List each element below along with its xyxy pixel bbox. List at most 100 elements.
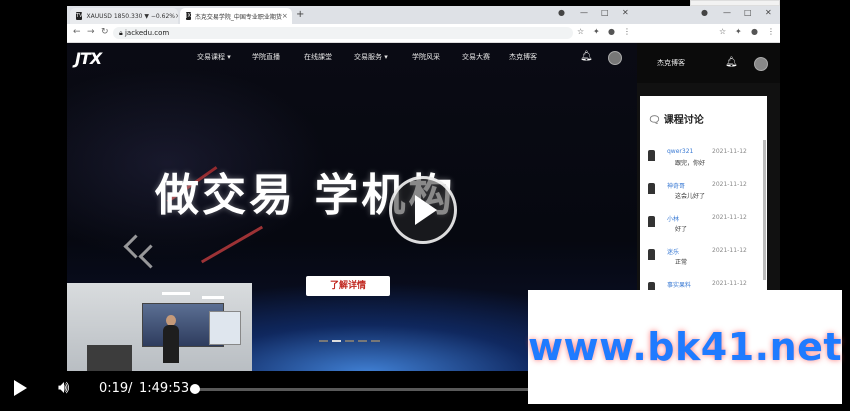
discussion-title: 🗨︎ 课程讨论 xyxy=(648,111,704,126)
tab-jackedu[interactable]: JX 杰克交易学院_中国专业职业期货 × xyxy=(180,8,292,24)
nav-trading-services[interactable]: 交易服务 ▾ xyxy=(354,52,388,62)
url-field[interactable]: 🔒︎ jackedu.com xyxy=(113,27,573,39)
address-bar: ☆ ✦ ● ⋮ xyxy=(637,24,780,43)
comment-user[interactable]: 小林 xyxy=(667,214,679,223)
star-icon[interactable]: ☆ xyxy=(719,27,726,36)
play-icon xyxy=(415,195,437,225)
comment-date: 2021-11-12 xyxy=(712,247,747,254)
close-tab-icon[interactable]: × xyxy=(175,12,178,20)
comment-text: 这会儿好了 xyxy=(675,193,706,200)
carousel-dot[interactable] xyxy=(371,340,380,342)
nav-trading-courses[interactable]: 交易课程 ▾ xyxy=(197,52,231,62)
minimize-icon[interactable]: — xyxy=(580,8,588,17)
tab-bar: TV XAUUSD 1850.330 ▼ −0.62% × JX 杰克交易学院_… xyxy=(67,6,637,24)
comment-text: 好了 xyxy=(675,226,688,233)
nav-live[interactable]: 学院直播 xyxy=(252,52,280,62)
comment-user[interactable]: qwer321 xyxy=(667,148,693,155)
nav-blog[interactable]: 杰克博客 xyxy=(509,52,537,62)
new-tab-button[interactable]: + xyxy=(296,9,304,20)
site-navigation: 杰克博客 🔔︎ xyxy=(637,43,780,83)
comment-user[interactable]: 事实果料 xyxy=(667,280,691,289)
maximize-icon[interactable]: □ xyxy=(744,8,752,17)
profile-avatar-icon[interactable]: ● xyxy=(751,27,758,36)
comment-user[interactable]: 迷乐 xyxy=(667,247,679,256)
comment-date: 2021-11-12 xyxy=(712,214,747,221)
discussion-title-text: 课程讨论 xyxy=(663,115,704,126)
profile-avatar-icon[interactable]: ● xyxy=(608,27,615,36)
comment-text: 正常 xyxy=(675,259,688,266)
watermark-text: www.bk41.net xyxy=(527,325,843,369)
progress-bar[interactable] xyxy=(190,388,528,391)
extensions-icon[interactable]: ✦ xyxy=(593,27,600,36)
bell-icon[interactable]: 🔔︎ xyxy=(725,57,738,68)
forward-arrow-icon[interactable]: → xyxy=(87,27,95,37)
presenter xyxy=(163,325,179,363)
close-tab-icon[interactable]: × xyxy=(282,12,288,20)
maximize-icon[interactable]: □ xyxy=(601,8,609,17)
course-discussion-panel: 🗨︎ 课程讨论 qwer321 2021-11-12 跟完，你好神奇哥 2021-11-… xyxy=(640,96,767,296)
avatar[interactable] xyxy=(608,51,622,65)
play-icon[interactable] xyxy=(14,380,27,396)
progress-knob[interactable] xyxy=(190,384,200,394)
learn-more-button[interactable]: 了解详情 xyxy=(306,276,390,296)
reload-icon[interactable]: ↻ xyxy=(101,27,109,37)
menu-icon[interactable]: ⋮ xyxy=(767,27,775,36)
comment-item: 神奇哥 2021-11-12 这会儿好了 xyxy=(648,181,760,211)
user-avatar-icon xyxy=(648,249,655,260)
address-bar: ← → ↻ 🔒︎ jackedu.com ☆ ✦ ● ⋮ xyxy=(67,24,637,43)
ceiling-light xyxy=(162,292,190,295)
user-avatar-icon xyxy=(648,216,655,227)
tab-xauusd[interactable]: TV XAUUSD 1850.330 ▼ −0.62% × xyxy=(70,8,178,24)
jackedu-favicon: JX xyxy=(186,12,191,20)
video-player-controls: 🔊︎ 0:19 / 1:49:53 xyxy=(0,371,528,411)
site-navigation: JTX 交易课程 ▾ 学院直播 在线課堂 交易服务 ▾ 学院风采 交易大赛 杰克… xyxy=(67,43,637,73)
close-window-icon[interactable]: ✕ xyxy=(622,8,629,17)
tradingview-favicon: TV xyxy=(76,12,83,20)
carousel-dot[interactable] xyxy=(358,340,367,342)
avatar[interactable] xyxy=(754,57,768,71)
user-avatar-icon xyxy=(648,183,655,194)
total-time: 1:49:53 xyxy=(139,381,190,396)
time-separator: / xyxy=(128,381,133,396)
carousel-dot[interactable] xyxy=(345,340,354,342)
nav-contest[interactable]: 交易大赛 xyxy=(462,52,490,62)
close-window-icon[interactable]: ✕ xyxy=(765,8,772,17)
comment-text: 跟完，你好 xyxy=(675,160,706,167)
site-logo[interactable]: JTX xyxy=(75,49,102,68)
comment-user[interactable]: 神奇哥 xyxy=(667,181,685,190)
current-time: 0:19 xyxy=(99,381,129,396)
carousel-dot-active[interactable] xyxy=(332,340,341,342)
nav-online-class[interactable]: 在线課堂 xyxy=(304,52,332,62)
profile-icon[interactable]: ● xyxy=(701,8,708,17)
menu-icon[interactable]: ⋮ xyxy=(623,27,631,36)
decorative-streak xyxy=(200,225,264,264)
chat-icon: 🗨︎ xyxy=(648,115,661,126)
profile-icon[interactable]: ● xyxy=(558,8,565,17)
nav-gallery[interactable]: 学院风采 xyxy=(412,52,440,62)
user-avatar-icon xyxy=(648,150,655,161)
comment-item: 迷乐 2021-11-12 正常 xyxy=(648,247,760,277)
minimize-icon[interactable]: — xyxy=(723,8,731,17)
back-arrow-icon[interactable]: ← xyxy=(73,27,81,37)
ceiling-light xyxy=(202,296,224,299)
comment-date: 2021-11-12 xyxy=(712,280,747,287)
scrollbar[interactable] xyxy=(763,140,766,280)
tab-label: 杰克交易学院_中国专业职业期货 xyxy=(194,13,282,21)
side-screen xyxy=(209,311,241,345)
nav-blog[interactable]: 杰克博客 xyxy=(657,58,685,68)
comment-date: 2021-11-12 xyxy=(712,181,747,188)
carousel-dot[interactable] xyxy=(319,340,328,342)
tab-bar: ● — □ ✕ xyxy=(637,6,780,24)
star-icon[interactable]: ☆ xyxy=(577,27,584,36)
volume-icon[interactable]: 🔊︎ xyxy=(58,377,69,398)
webcam-overlay xyxy=(67,283,252,371)
desk xyxy=(87,345,132,371)
comment-item: qwer321 2021-11-12 跟完，你好 xyxy=(648,148,760,178)
url-text: jackedu.com xyxy=(124,29,170,37)
comment-date: 2021-11-12 xyxy=(712,148,747,155)
comment-item: 小林 2021-11-12 好了 xyxy=(648,214,760,244)
tab-label: XAUUSD 1850.330 ▼ −0.62% xyxy=(86,12,175,20)
extensions-icon[interactable]: ✦ xyxy=(735,27,742,36)
watermark-box: www.bk41.net xyxy=(528,290,842,404)
bell-icon[interactable]: 🔔︎ xyxy=(580,51,593,62)
